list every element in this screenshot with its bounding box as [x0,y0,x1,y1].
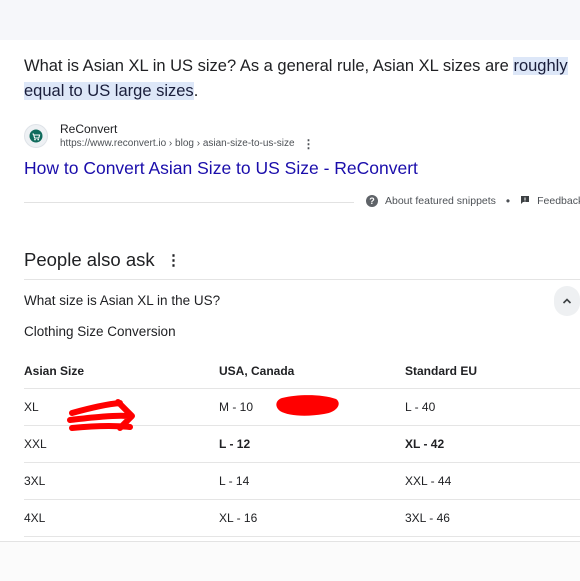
table-cell: L - 40 [405,388,580,426]
snippet-footer: ? About featured snippets • Feedback [366,194,580,208]
snippet-text: What is Asian XL in US size? As a genera… [24,57,514,75]
chevron-up-icon[interactable] [554,286,580,316]
people-also-ask-title: People also ask [24,249,155,270]
reconvert-logo-icon [24,124,48,148]
about-featured-snippets-link[interactable]: About featured snippets [385,195,496,207]
result-title-link[interactable]: How to Convert Asian Size to US Size - R… [24,158,418,179]
table-header-row: Asian Size USA, Canada Standard EU [24,354,580,389]
table-row: 3XL L - 14 XXL - 44 [24,462,580,500]
table-cell: L - 12 [219,425,405,463]
source-attribution[interactable]: ReConvert https://www.reconvert.io › blo… [24,121,315,151]
table-cell: M - 10 [219,388,405,426]
paa-more-options-icon[interactable]: ⋮ [166,251,181,269]
table-cell: 3XL - 46 [405,499,580,537]
answer-title: Clothing Size Conversion [24,324,176,339]
table-row: 4XL XL - 16 3XL - 46 [24,499,580,537]
snippet-text-end: . [193,82,199,100]
divider [24,279,580,280]
paa-question[interactable]: What size is Asian XL in the US? [24,293,220,308]
table-cell: XL - 16 [219,499,405,537]
column-header: Standard EU [405,354,580,389]
table-cell: XXL [24,425,219,463]
column-header: USA, Canada [219,354,405,389]
help-icon: ? [366,195,378,207]
table-cell: XXL - 44 [405,462,580,500]
table-row: XXL L - 12 XL - 42 [24,425,580,463]
featured-snippet-text: What is Asian XL in US size? As a genera… [24,54,580,104]
feedback-icon [520,195,530,208]
bottom-background-strip [0,541,580,581]
separator-dot: • [505,194,511,208]
source-url: https://www.reconvert.io › blog › asian-… [60,138,295,149]
table-cell: XL [24,388,219,426]
top-background-strip [0,0,580,40]
table-cell: 4XL [24,499,219,537]
table-row: XL M - 10 L - 40 [24,388,580,426]
source-name: ReConvert [60,122,118,136]
divider [24,202,354,203]
size-conversion-table: Asian Size USA, Canada Standard EU XL M … [24,354,580,537]
feedback-link[interactable]: Feedback [537,195,580,207]
table-cell: L - 14 [219,462,405,500]
column-header: Asian Size [24,354,219,389]
more-options-icon[interactable]: ⋮ [303,137,315,151]
table-cell: 3XL [24,462,219,500]
table-cell: XL - 42 [405,425,580,463]
